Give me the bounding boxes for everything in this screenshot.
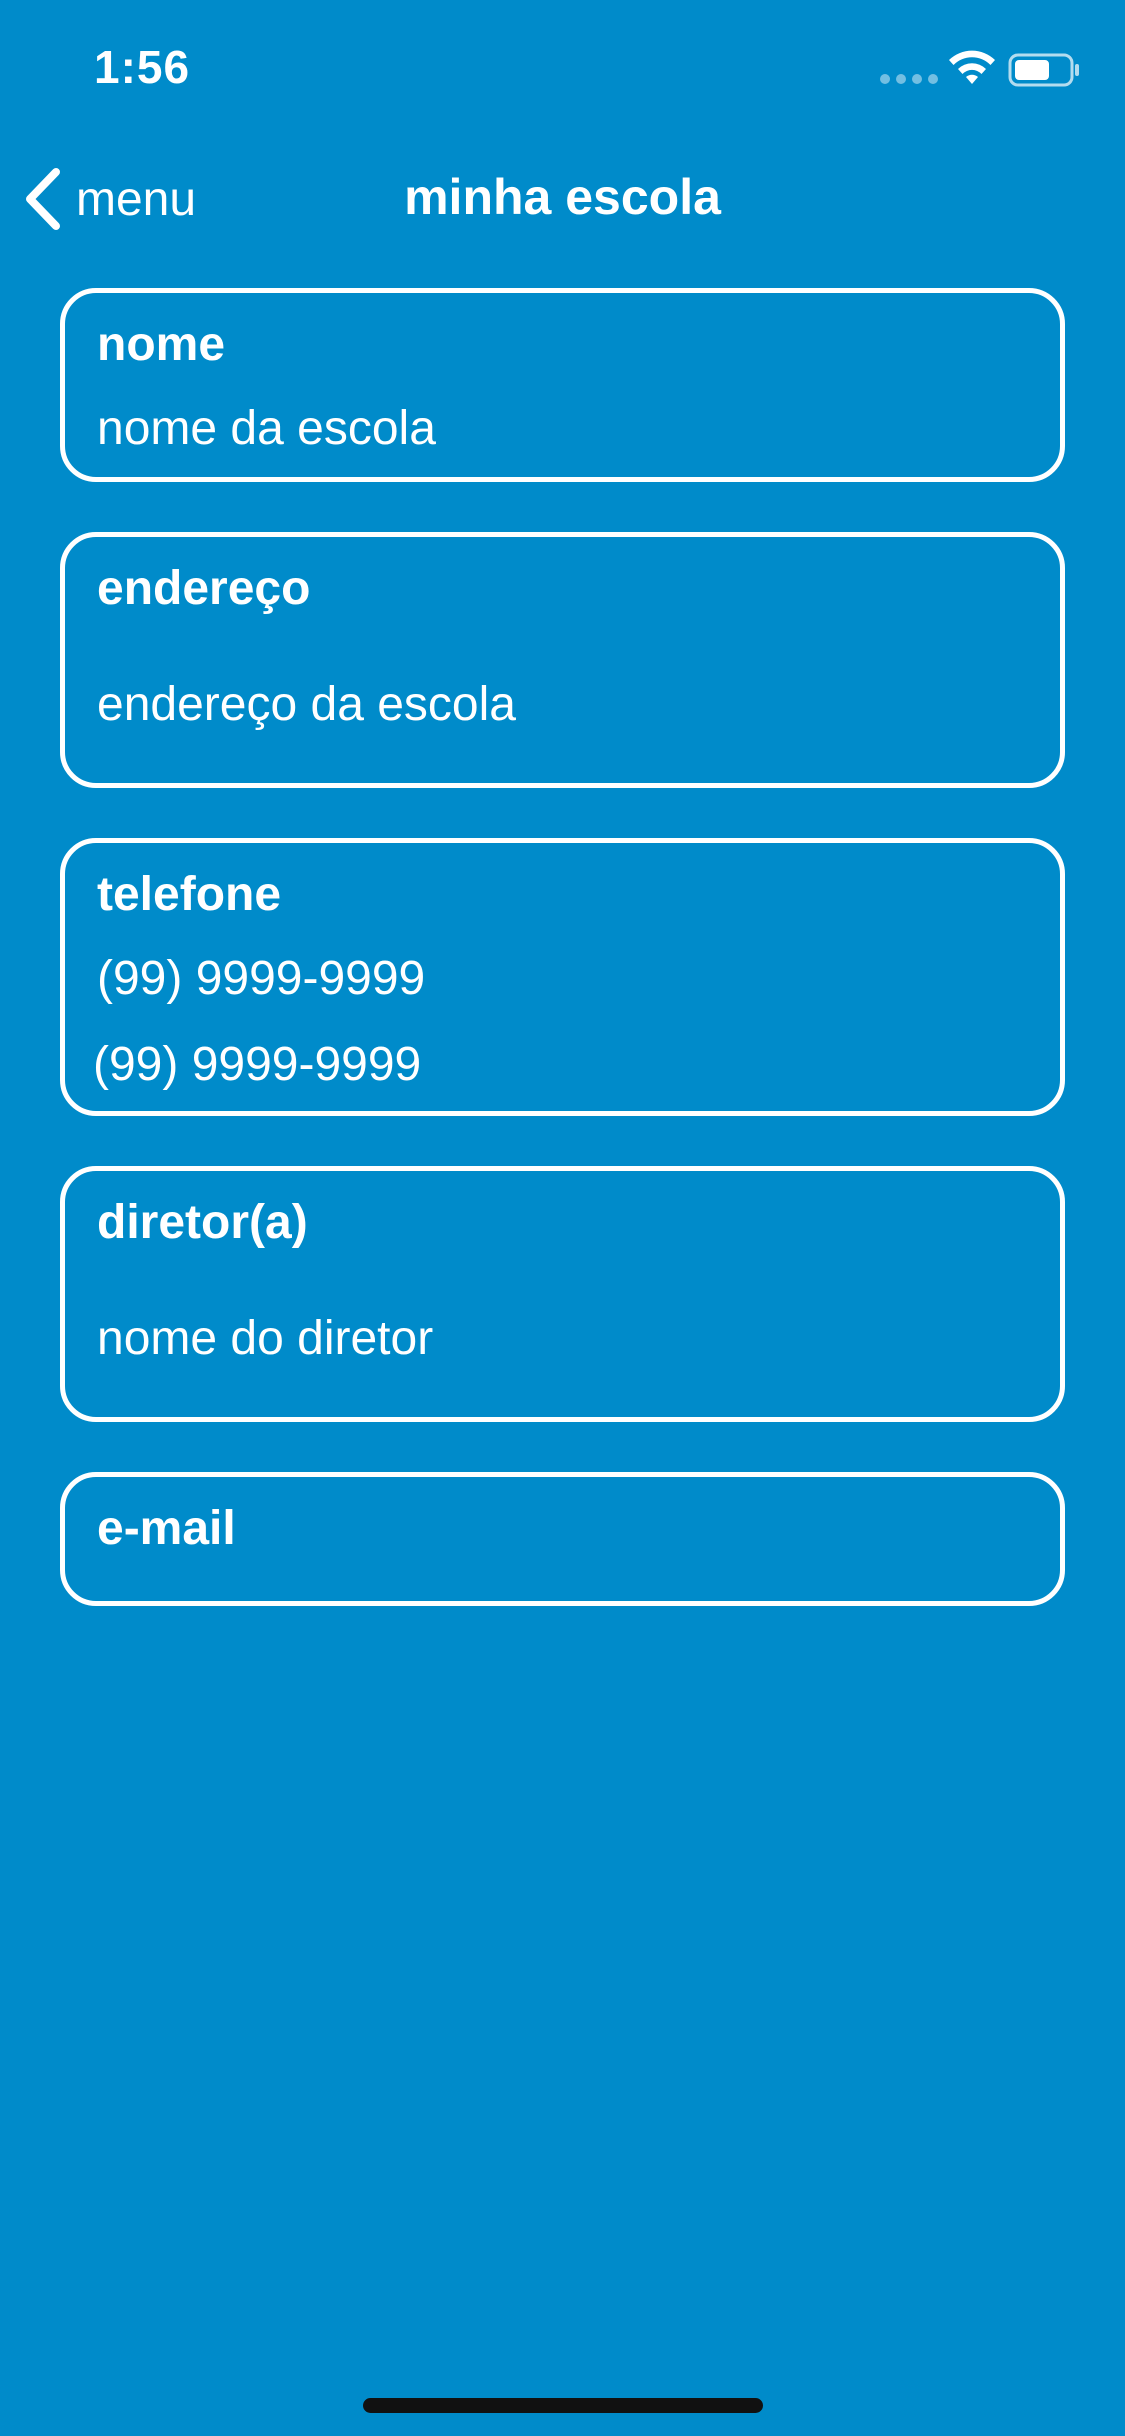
endereco-label: endereço bbox=[97, 562, 311, 615]
home-indicator[interactable] bbox=[363, 2398, 763, 2413]
email-label: e-mail bbox=[97, 1502, 236, 1555]
nome-label: nome bbox=[97, 318, 226, 371]
email-card[interactable]: e-mail bbox=[60, 1472, 1065, 1606]
endereco-value: endereço da escola bbox=[97, 678, 516, 731]
diretor-label: diretor(a) bbox=[97, 1196, 308, 1249]
nome-card[interactable]: nome nome da escola bbox=[60, 288, 1065, 482]
battery-icon bbox=[1008, 53, 1079, 87]
endereco-card[interactable]: endereço endereço da escola bbox=[60, 532, 1065, 788]
cellular-signal-icon bbox=[880, 74, 938, 84]
page-title: minha escola bbox=[404, 169, 721, 225]
navigation-bar: menu minha escola bbox=[0, 150, 1125, 250]
telefone-value-2: (99) 9999-9999 bbox=[93, 1038, 422, 1091]
status-time: 1:56 bbox=[94, 41, 191, 93]
status-bar: 1:56 bbox=[0, 0, 1125, 132]
wifi-icon bbox=[949, 50, 995, 84]
diretor-card[interactable]: diretor(a) nome do diretor bbox=[60, 1166, 1065, 1422]
nome-value: nome da escola bbox=[97, 402, 436, 455]
telefone-value-1: (99) 9999-9999 bbox=[97, 952, 426, 1005]
diretor-value: nome do diretor bbox=[97, 1312, 434, 1365]
school-info-list: nome nome da escola endereço endereço da… bbox=[60, 288, 1065, 1606]
telefone-card[interactable]: telefone (99) 9999-9999 (99) 9999-9999 bbox=[60, 838, 1065, 1116]
telefone-label: telefone bbox=[97, 868, 282, 921]
